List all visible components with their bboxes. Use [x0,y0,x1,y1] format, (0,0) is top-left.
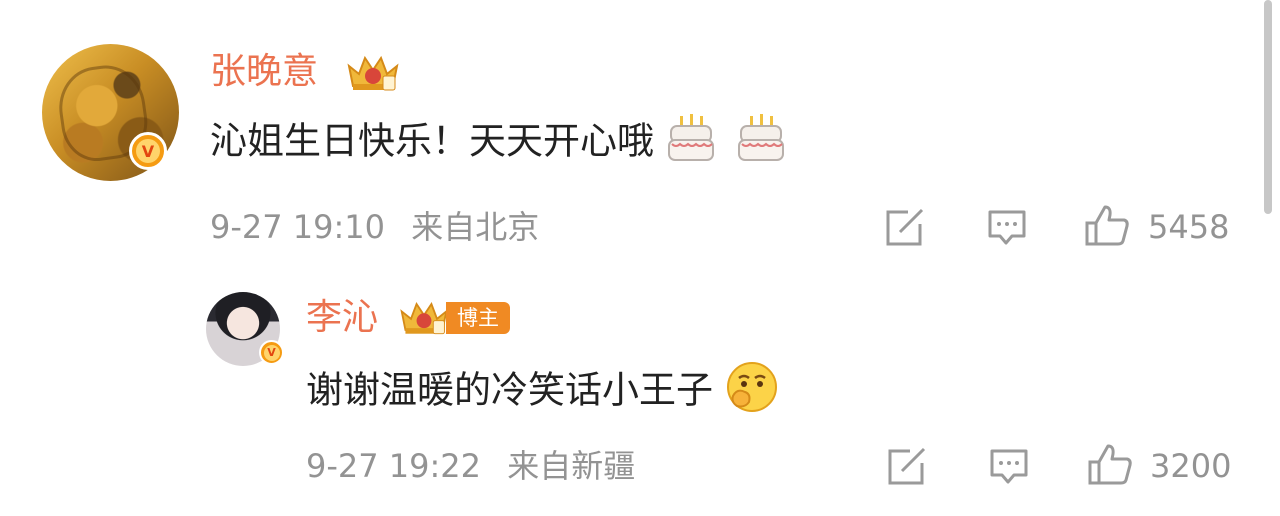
comment-date: 9-27 19:10 [210,208,386,246]
comment-location: 来自北京 [411,208,540,246]
comment-text: 沁姐生日快乐！天天开心哦 [210,119,654,163]
like-count: 5458 [1148,208,1230,246]
share-icon[interactable] [886,447,928,487]
crown-vip-icon [345,50,401,94]
crown-vip-icon [398,296,450,338]
reply-text: 谢谢温暖的冷笑话小王子 [306,368,713,412]
commenter-name[interactable]: 张晚意 [210,52,318,92]
reply-comment-icon[interactable] [986,208,1028,248]
comment-text-row: 沁姐生日快乐！天天开心哦 [210,112,786,174]
like-count: 3200 [1150,447,1232,485]
host-badge: 博主 [446,302,510,334]
cake-emoji [736,112,786,174]
like-icon[interactable] [1084,203,1130,247]
thinking-emoji [725,360,779,424]
reply-date: 9-27 19:22 [306,447,482,485]
replier-name[interactable]: 李沁 [306,298,378,338]
share-icon[interactable] [884,208,926,248]
verified-badge-icon: V [129,132,167,170]
reply-location: 来自新疆 [507,447,636,485]
reply-meta: 9-27 19:22 来自新疆 [306,446,635,486]
reply-text-row: 谢谢温暖的冷笑话小王子 [306,360,779,424]
cake-emoji [666,112,716,174]
verified-badge-icon: V [259,340,284,365]
scrollbar[interactable] [1264,0,1272,214]
like-icon[interactable] [1087,442,1133,486]
comment-meta: 9-27 19:10 来自北京 [210,207,539,247]
reply-comment-icon[interactable] [988,447,1030,487]
